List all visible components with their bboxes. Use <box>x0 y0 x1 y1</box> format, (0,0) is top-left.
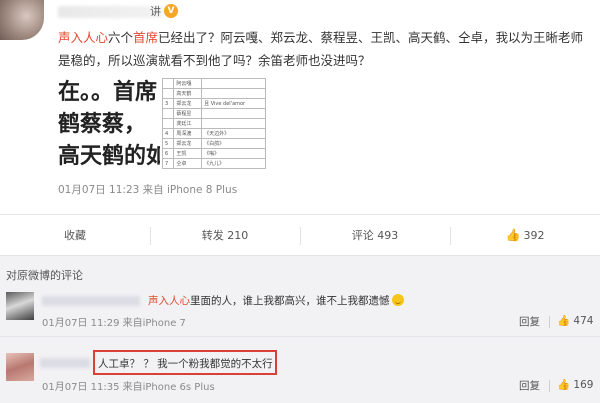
image-table: 阿云嘎 高天鹤 3 郑云龙且 Vive del'amor 蔡程昱 龚廷江 4 周深渡… <box>161 78 266 169</box>
comment-button[interactable]: 评论 493 <box>300 215 450 255</box>
sad-face-emoji-icon <box>391 294 404 306</box>
thumbs-up-icon: 👍 <box>557 315 571 327</box>
commenter-name-blurred[interactable] <box>40 358 90 368</box>
comment-avatar[interactable] <box>6 292 34 320</box>
favorite-button[interactable]: 收藏 <box>0 215 150 255</box>
post-image[interactable]: 在。。首席 鹤蔡蔡， 高天鹤的如 阿云嘎 高天鹤 3 郑云龙且 Vive del'… <box>58 76 266 174</box>
comment-timestamp[interactable]: 01月07日 11:29 来自iPhone 7 <box>42 314 186 329</box>
comment-timestamp[interactable]: 01月07日 11:35 来自iPhone 6s Plus <box>42 378 215 393</box>
weibo-post: 讲 V 声入人心六个首席已经出了？阿云嘎、郑云龙、蔡程昱、王凯、高天鹤、仝卓，我… <box>0 0 600 214</box>
like-button[interactable]: 👍 392 <box>450 215 600 255</box>
repost-button[interactable]: 转发 210 <box>150 215 300 255</box>
reply-button[interactable]: 回复 <box>519 378 540 393</box>
author-name-blurred[interactable] <box>58 6 163 18</box>
author-avatar[interactable] <box>0 0 44 40</box>
divider <box>549 316 550 328</box>
reply-button[interactable]: 回复 <box>519 314 540 329</box>
author-name-tail[interactable]: 讲 <box>150 3 161 19</box>
comment-text: 声入人心里面的人，谁上我都高兴，谁不上我都遗憾 <box>148 293 404 308</box>
thumbs-up-icon: 👍 <box>557 379 571 391</box>
divider <box>549 380 550 392</box>
topic-link[interactable]: 声入人心 <box>58 30 108 45</box>
comment-like-button[interactable]: 👍 169 <box>557 378 593 391</box>
topic-link[interactable]: 声入人心 <box>148 295 190 307</box>
image-caption-text: 在。。首席 鹤蔡蔡， 高天鹤的如 <box>58 79 160 169</box>
like-count: 392 <box>523 228 545 242</box>
comment-divider <box>0 336 600 337</box>
verified-badge-icon: V <box>164 4 178 18</box>
comment-text: 人工卓？ ？ 我一个粉我都觉的不太行 <box>98 358 273 370</box>
post-text: 声入人心六个首席已经出了？阿云嘎、郑云龙、蔡程昱、王凯、高天鹤、仝卓，我以为王晰… <box>58 30 584 68</box>
thumbs-up-icon: 👍 <box>505 228 521 242</box>
post-timestamp[interactable]: 01月07日 11:23 来自 iPhone 8 Plus <box>58 182 237 197</box>
comment-like-button[interactable]: 👍 474 <box>557 314 593 327</box>
post-action-bar: 收藏 转发 210 评论 493 👍 392 <box>0 214 600 256</box>
keyword-link[interactable]: 首席 <box>133 30 158 45</box>
commenter-name-blurred[interactable] <box>42 296 140 306</box>
comments-title: 对原微博的评论 <box>6 269 83 282</box>
comment-avatar[interactable] <box>6 353 34 381</box>
